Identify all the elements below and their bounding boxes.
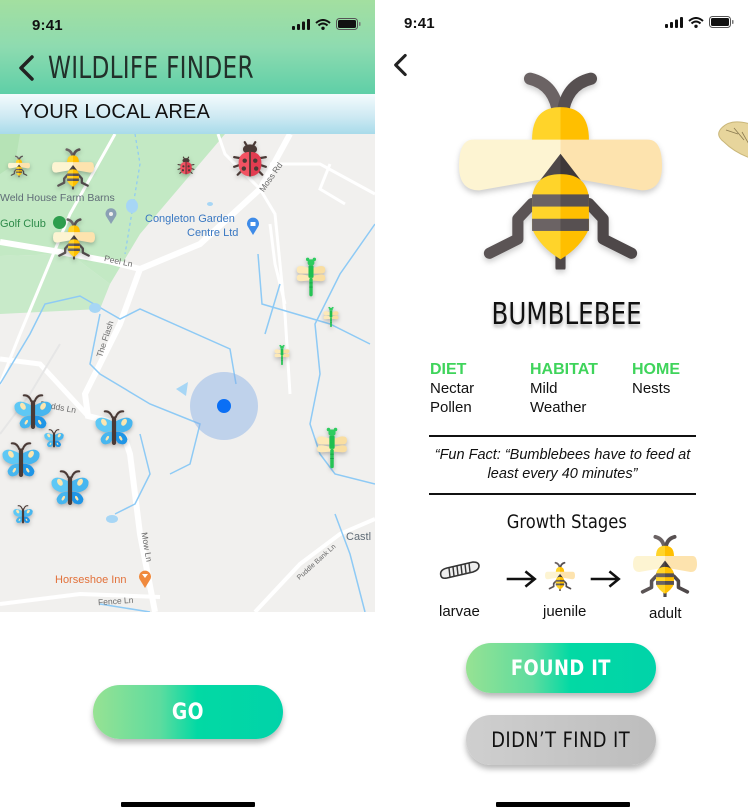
habitat-heading: HABITAT — [530, 361, 598, 378]
signal-icon — [665, 16, 683, 28]
species-detail-screen: 9:41 BUMBLEBEE DIET Nectar Pollen HABITA… — [375, 0, 748, 812]
butterfly-marker[interactable] — [93, 408, 135, 450]
arrow-right-icon — [505, 568, 539, 590]
home-value: Nests — [632, 380, 671, 397]
user-location-dot — [217, 399, 231, 413]
map-screen: 9:41 WILDLIFE FINDER YOUR LOCAL AREA Wel… — [0, 0, 375, 812]
status-time: 9:41 — [32, 17, 63, 34]
map-label: Horseshoe Inn — [55, 574, 127, 586]
status-time: 9:41 — [404, 15, 435, 32]
habitat-value: Mild — [530, 380, 558, 397]
back-button[interactable] — [14, 53, 38, 83]
stage-label-adult: adult — [649, 605, 682, 622]
dragonfly-marker[interactable] — [271, 344, 293, 366]
butterfly-marker[interactable] — [49, 468, 91, 510]
wifi-icon — [688, 16, 704, 28]
divider — [429, 493, 696, 495]
bee-marker[interactable] — [52, 146, 94, 190]
dragonfly-marker[interactable] — [320, 306, 342, 328]
divider — [429, 435, 696, 437]
ladybug-marker[interactable] — [175, 154, 197, 176]
map-view[interactable]: Weld House Farm Barns Golf Club Congleto… — [0, 134, 375, 612]
back-button[interactable] — [389, 52, 411, 78]
home-info: HOME Nests — [632, 360, 680, 398]
subheader: YOUR LOCAL AREA — [0, 94, 375, 134]
habitat-value: Weather — [530, 399, 587, 416]
fun-fact: “Fun Fact: “Bumblebees have to feed at l… — [434, 447, 691, 482]
user-location[interactable] — [190, 372, 258, 440]
bee-marker[interactable] — [53, 216, 95, 260]
didnt-find-it-button[interactable]: DIDN’T FIND IT — [466, 715, 656, 765]
shop-pin-icon — [247, 217, 259, 235]
species-name: BUMBLEBEE — [491, 297, 642, 332]
bar-pin-icon — [139, 570, 151, 588]
map-label: Castl — [346, 531, 372, 543]
app-title: WILDLIFE FINDER — [48, 51, 254, 86]
butterfly-marker[interactable] — [12, 504, 34, 526]
found-it-button[interactable]: FOUND IT — [466, 643, 656, 693]
bee-marker[interactable] — [8, 154, 30, 178]
diet-value: Pollen — [430, 399, 472, 416]
bumblebee-illustration — [459, 66, 662, 270]
home-heading: HOME — [632, 361, 680, 378]
larva-icon — [439, 561, 480, 580]
status-bar: 9:41 — [0, 0, 375, 44]
habitat-info: HABITAT Mild Weather — [530, 360, 598, 417]
home-indicator — [496, 802, 630, 807]
subheader-title: YOUR LOCAL AREA — [20, 101, 211, 123]
growth-stages-title: Growth Stages — [506, 511, 627, 533]
dragonfly-marker[interactable] — [290, 256, 332, 298]
place-pin-icon — [105, 208, 117, 224]
map-label: Weld House Farm Barns — [0, 192, 115, 204]
diet-heading: DIET — [430, 361, 467, 378]
battery-icon — [709, 16, 734, 28]
butterfly-marker[interactable] — [43, 428, 65, 450]
bee-icon — [633, 532, 697, 598]
ladybug-marker[interactable] — [228, 136, 272, 180]
stage-label-juvenile: juenile — [543, 603, 587, 620]
arrow-right-icon — [589, 568, 623, 590]
map-label: Golf Club — [0, 218, 46, 230]
status-bar: 9:41 — [375, 0, 748, 44]
map-label: Congleton Garden — [145, 213, 235, 225]
map-base — [0, 134, 375, 612]
home-indicator — [121, 802, 255, 807]
wifi-icon — [315, 18, 331, 30]
battery-icon — [336, 18, 361, 30]
butterfly-marker[interactable] — [0, 440, 42, 482]
signal-icon — [292, 18, 310, 30]
stage-label-larvae: larvae — [439, 603, 480, 620]
map-label: Centre Ltd — [187, 227, 239, 239]
diet-value: Nectar — [430, 380, 475, 397]
small-bee-icon — [545, 560, 575, 592]
go-button[interactable]: GO — [93, 685, 283, 739]
dragonfly-marker[interactable] — [310, 426, 354, 470]
next-species-peek-icon[interactable] — [716, 110, 748, 200]
diet-info: DIET Nectar Pollen — [430, 360, 474, 417]
